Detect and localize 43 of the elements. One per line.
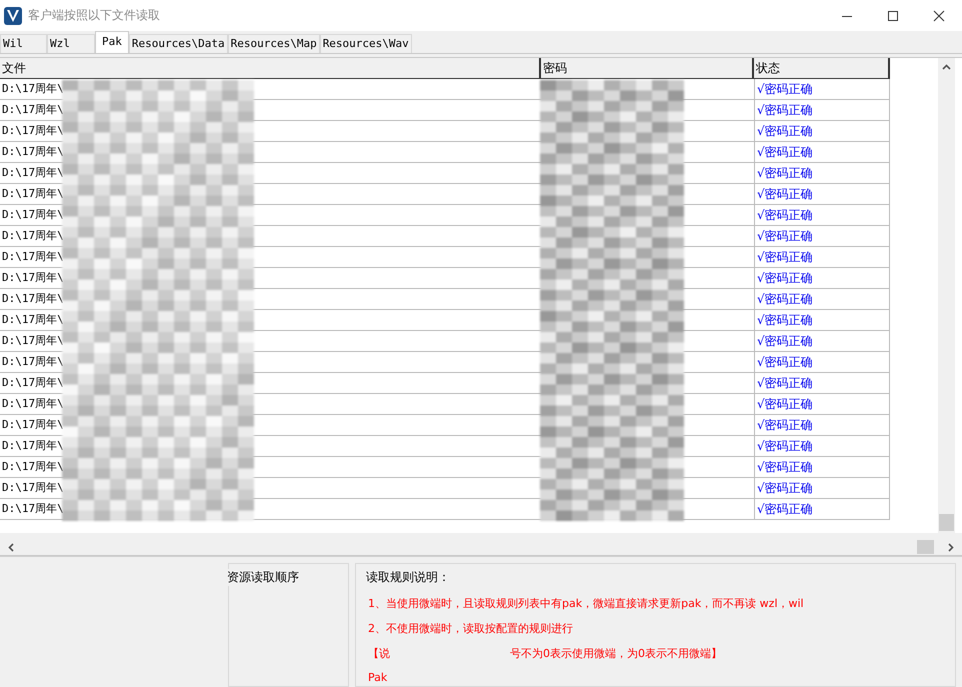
table-cell: √密码正确 — [754, 289, 890, 310]
tab[interactable]: Resources\Wav — [320, 34, 412, 53]
table-cell: √密码正确 — [754, 100, 890, 121]
table-cell: √密码正确 — [754, 310, 890, 331]
maximize-icon[interactable] — [887, 10, 899, 22]
horizontal-scrollbar[interactable] — [0, 539, 962, 556]
table-cell: √密码正确 — [754, 352, 890, 373]
tab[interactable]: Resources\Map — [228, 34, 320, 53]
tab[interactable]: Wzl — [47, 34, 95, 53]
tab[interactable]: Resources\Data — [128, 34, 228, 53]
scroll-thumb[interactable] — [939, 514, 954, 531]
table-cell: √密码正确 — [754, 373, 890, 394]
rule-text: 【说 — [368, 646, 390, 661]
rule-text: Pak — [368, 671, 388, 684]
rule-text: 2、不使用微端时，读取按配置的规则进行 — [368, 621, 573, 636]
column-header[interactable]: 状态 — [754, 58, 890, 79]
table-cell: √密码正确 — [754, 478, 890, 499]
table-cell: √密码正确 — [754, 184, 890, 205]
table-cell: √密码正确 — [754, 79, 890, 100]
table-cell: √密码正确 — [754, 499, 890, 520]
rule-text: 号不为0表示使用微端，为0表示不用微端】 — [510, 646, 722, 661]
table-cell: √密码正确 — [754, 163, 890, 184]
table-cell: √密码正确 — [754, 205, 890, 226]
table-cell: √密码正确 — [754, 226, 890, 247]
table-cell: √密码正确 — [754, 121, 890, 142]
app-logo-icon — [4, 6, 22, 24]
window-title: 客户端按照以下文件读取 — [28, 7, 161, 24]
close-icon[interactable] — [933, 10, 945, 22]
scroll-thumb[interactable] — [917, 540, 934, 554]
vertical-scrollbar[interactable] — [938, 58, 955, 533]
table-cell: √密码正确 — [754, 436, 890, 457]
tab[interactable]: Pak — [95, 31, 129, 53]
tab[interactable]: Wil — [0, 34, 47, 53]
table-cell: √密码正确 — [754, 457, 890, 478]
table-cell: √密码正确 — [754, 268, 890, 289]
table-cell: √密码正确 — [754, 394, 890, 415]
table-cell: √密码正确 — [754, 331, 890, 352]
column-header[interactable]: 文件 — [0, 58, 541, 79]
table-cell: √密码正确 — [754, 247, 890, 268]
table-cell: √密码正确 — [754, 415, 890, 436]
table-cell: √密码正确 — [754, 142, 890, 163]
rule-text: 1、当使用微端时，且读取规则列表中有pak，微端直接请求更新pak，而不再读 wzl，wil — [368, 596, 804, 611]
column-header[interactable]: 密码 — [541, 58, 754, 79]
